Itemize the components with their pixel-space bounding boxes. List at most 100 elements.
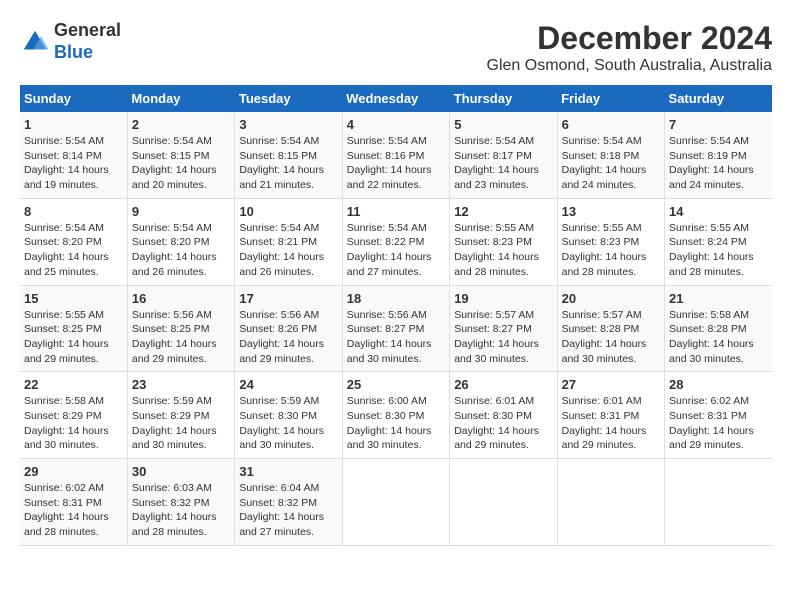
page-title: December 2024 [487,20,772,57]
logo-line1: General [54,20,121,42]
day-number: 26 [454,377,552,392]
day-number: 14 [669,204,768,219]
logo-icon [20,27,50,57]
calendar-table: SundayMondayTuesdayWednesdayThursdayFrid… [20,85,772,546]
calendar-cell: 4Sunrise: 5:54 AMSunset: 8:16 PMDaylight… [342,112,449,198]
day-number: 29 [24,464,123,479]
day-number: 31 [239,464,337,479]
calendar-cell: 29 Sunrise: 6:02 AMSunset: 8:31 PMDayligh… [20,459,127,546]
day-number: 28 [669,377,768,392]
calendar-cell: 1 Sunrise: 5:54 AMSunset: 8:14 PMDaylight… [20,112,127,198]
day-info: Sunrise: 6:02 AMSunset: 8:31 PMDaylight:… [669,394,768,453]
day-info: Sunrise: 5:54 AMSunset: 8:18 PMDaylight:… [562,134,660,193]
calendar-cell: 26 Sunrise: 6:01 AMSunset: 8:30 PMDayligh… [450,372,557,459]
calendar-cell [665,459,772,546]
day-info: Sunrise: 5:57 AMSunset: 8:27 PMDaylight:… [454,308,552,367]
day-info: Sunrise: 5:55 AMSunset: 8:23 PMDaylight:… [562,221,660,280]
page-header: General Blue December 2024 Glen Osmond, … [20,20,772,75]
calendar-cell: 31 Sunrise: 6:04 AMSunset: 8:32 PMDayligh… [235,459,342,546]
week-row-2: 8 Sunrise: 5:54 AMSunset: 8:20 PMDaylight… [20,198,772,285]
day-number: 18 [347,291,445,306]
logo-line2: Blue [54,42,121,64]
calendar-cell [450,459,557,546]
day-info: Sunrise: 5:56 AMSunset: 8:27 PMDaylight:… [347,308,445,367]
calendar-cell: 12Sunrise: 5:55 AMSunset: 8:23 PMDayligh… [450,198,557,285]
day-number: 27 [562,377,660,392]
day-number: 4 [347,117,445,132]
day-info: Sunrise: 5:54 AMSunset: 8:17 PMDaylight:… [454,134,552,193]
day-number: 1 [24,117,123,132]
day-number: 13 [562,204,660,219]
day-info: Sunrise: 6:01 AMSunset: 8:30 PMDaylight:… [454,394,552,453]
day-number: 30 [132,464,230,479]
day-info: Sunrise: 6:04 AMSunset: 8:32 PMDaylight:… [239,481,337,540]
day-number: 7 [669,117,768,132]
header-sunday: Sunday [20,85,127,112]
header-monday: Monday [127,85,234,112]
calendar-cell: 15 Sunrise: 5:55 AMSunset: 8:25 PMDayligh… [20,285,127,372]
header-row: SundayMondayTuesdayWednesdayThursdayFrid… [20,85,772,112]
calendar-cell: 11Sunrise: 5:54 AMSunset: 8:22 PMDayligh… [342,198,449,285]
day-info: Sunrise: 5:54 AMSunset: 8:15 PMDaylight:… [239,134,337,193]
day-number: 6 [562,117,660,132]
day-info: Sunrise: 5:55 AMSunset: 8:24 PMDaylight:… [669,221,768,280]
day-info: Sunrise: 6:00 AMSunset: 8:30 PMDaylight:… [347,394,445,453]
day-info: Sunrise: 5:54 AMSunset: 8:20 PMDaylight:… [132,221,230,280]
week-row-3: 15 Sunrise: 5:55 AMSunset: 8:25 PMDayligh… [20,285,772,372]
calendar-cell: 22Sunrise: 5:58 AMSunset: 8:29 PMDayligh… [20,372,127,459]
day-number: 3 [239,117,337,132]
calendar-cell: 9 Sunrise: 5:54 AMSunset: 8:20 PMDaylight… [127,198,234,285]
header-tuesday: Tuesday [235,85,342,112]
day-number: 11 [347,204,445,219]
header-saturday: Saturday [665,85,772,112]
day-info: Sunrise: 6:03 AMSunset: 8:32 PMDaylight:… [132,481,230,540]
calendar-cell: 10Sunrise: 5:54 AMSunset: 8:21 PMDayligh… [235,198,342,285]
calendar-cell: 21 Sunrise: 5:58 AMSunset: 8:28 PMDayligh… [665,285,772,372]
day-info: Sunrise: 5:54 AMSunset: 8:20 PMDaylight:… [24,221,123,280]
day-info: Sunrise: 5:54 AMSunset: 8:15 PMDaylight:… [132,134,230,193]
day-number: 21 [669,291,768,306]
calendar-cell: 13 Sunrise: 5:55 AMSunset: 8:23 PMDayligh… [557,198,664,285]
calendar-cell: 7 Sunrise: 5:54 AMSunset: 8:19 PMDaylight… [665,112,772,198]
calendar-cell: 18 Sunrise: 5:56 AMSunset: 8:27 PMDayligh… [342,285,449,372]
day-info: Sunrise: 5:56 AMSunset: 8:26 PMDaylight:… [239,308,337,367]
page-subtitle: Glen Osmond, South Australia, Australia [487,57,772,75]
week-row-5: 29 Sunrise: 6:02 AMSunset: 8:31 PMDayligh… [20,459,772,546]
day-info: Sunrise: 5:54 AMSunset: 8:19 PMDaylight:… [669,134,768,193]
day-number: 5 [454,117,552,132]
day-number: 2 [132,117,230,132]
day-info: Sunrise: 5:57 AMSunset: 8:28 PMDaylight:… [562,308,660,367]
header-wednesday: Wednesday [342,85,449,112]
day-info: Sunrise: 5:55 AMSunset: 8:23 PMDaylight:… [454,221,552,280]
day-number: 15 [24,291,123,306]
calendar-cell: 3 Sunrise: 5:54 AMSunset: 8:15 PMDaylight… [235,112,342,198]
calendar-cell: 27 Sunrise: 6:01 AMSunset: 8:31 PMDayligh… [557,372,664,459]
day-number: 24 [239,377,337,392]
calendar-cell: 17 Sunrise: 5:56 AMSunset: 8:26 PMDayligh… [235,285,342,372]
day-number: 9 [132,204,230,219]
calendar-cell: 14 Sunrise: 5:55 AMSunset: 8:24 PMDayligh… [665,198,772,285]
day-info: Sunrise: 5:55 AMSunset: 8:25 PMDaylight:… [24,308,123,367]
calendar-cell: 23Sunrise: 5:59 AMSunset: 8:29 PMDayligh… [127,372,234,459]
header-friday: Friday [557,85,664,112]
day-number: 8 [24,204,123,219]
day-number: 17 [239,291,337,306]
week-row-1: 1 Sunrise: 5:54 AMSunset: 8:14 PMDaylight… [20,112,772,198]
day-info: Sunrise: 5:59 AMSunset: 8:30 PMDaylight:… [239,394,337,453]
calendar-cell: 24 Sunrise: 5:59 AMSunset: 8:30 PMDayligh… [235,372,342,459]
day-number: 10 [239,204,337,219]
header-thursday: Thursday [450,85,557,112]
day-info: Sunrise: 5:54 AMSunset: 8:14 PMDaylight:… [24,134,123,193]
calendar-cell: 16Sunrise: 5:56 AMSunset: 8:25 PMDayligh… [127,285,234,372]
day-info: Sunrise: 5:58 AMSunset: 8:29 PMDaylight:… [24,394,123,453]
calendar-cell [342,459,449,546]
calendar-cell [557,459,664,546]
day-number: 23 [132,377,230,392]
week-row-4: 22Sunrise: 5:58 AMSunset: 8:29 PMDayligh… [20,372,772,459]
calendar-cell: 25Sunrise: 6:00 AMSunset: 8:30 PMDayligh… [342,372,449,459]
calendar-cell: 30 Sunrise: 6:03 AMSunset: 8:32 PMDayligh… [127,459,234,546]
day-info: Sunrise: 5:58 AMSunset: 8:28 PMDaylight:… [669,308,768,367]
calendar-cell: 19Sunrise: 5:57 AMSunset: 8:27 PMDayligh… [450,285,557,372]
day-info: Sunrise: 6:02 AMSunset: 8:31 PMDaylight:… [24,481,123,540]
day-info: Sunrise: 6:01 AMSunset: 8:31 PMDaylight:… [562,394,660,453]
